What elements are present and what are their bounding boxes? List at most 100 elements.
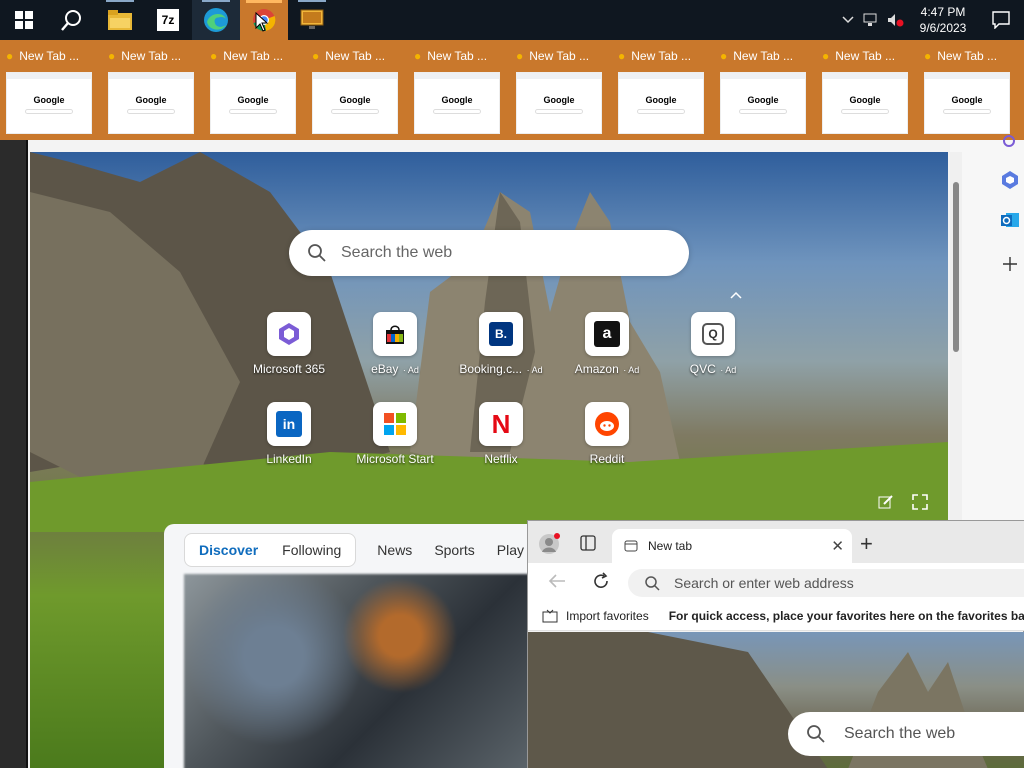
edge-window-foreground: New tab ✕ + Search or enter web address …: [527, 520, 1024, 768]
sidebar-microsoft365-button[interactable]: [998, 168, 1022, 192]
taskbar-chrome[interactable]: [240, 0, 288, 40]
collapse-tiles-button[interactable]: [730, 288, 742, 302]
navigation-toolbar: Search or enter web address: [528, 563, 1024, 601]
taskbar-7zip[interactable]: 7z: [144, 0, 192, 40]
quick-link-linkedin[interactable]: in LinkedIn: [236, 402, 342, 482]
thumbnail-tab-7[interactable]: ● New Tab ... Google: [612, 40, 714, 140]
close-icon: ✕: [831, 538, 844, 555]
tile-label: Microsoft Start: [356, 452, 434, 466]
thumbnail-tab-3[interactable]: ● New Tab ... Google: [204, 40, 306, 140]
ad-badge: · Ad: [620, 365, 640, 375]
taskbar-clock[interactable]: 4:47 PM 9/6/2023: [908, 4, 978, 36]
chrome-icon: ●: [924, 49, 932, 63]
thumbnail-title: New Tab ...: [325, 49, 386, 63]
thumbnail-tab-5[interactable]: ● New Tab ... Google: [408, 40, 510, 140]
thumbnail-tab-9[interactable]: ● New Tab ... Google: [816, 40, 918, 140]
ad-badge: · Ad: [524, 365, 543, 375]
linkedin-icon: in: [267, 402, 311, 446]
thumbnail-title: New Tab ...: [121, 49, 182, 63]
google-logo: Google: [543, 95, 575, 105]
customize-page-button[interactable]: [878, 494, 894, 515]
quick-link-qvc[interactable]: Q QVC · Ad: [660, 312, 766, 392]
taskbar-remote-desktop[interactable]: [288, 0, 336, 40]
sidebar-search-button[interactable]: [998, 130, 1022, 154]
microsoft-start-icon: [373, 402, 417, 446]
tab-following[interactable]: Following: [270, 536, 353, 564]
edit-icon: [878, 495, 893, 509]
back-button[interactable]: [548, 573, 566, 594]
thumbnail-preview: Google: [822, 72, 908, 134]
netflix-icon: N: [479, 402, 523, 446]
google-logo: Google: [135, 95, 167, 105]
thumbnail-tab-2[interactable]: ● New Tab ... Google: [102, 40, 204, 140]
feed-card-image[interactable]: [184, 574, 544, 768]
quick-link-ebay[interactable]: eBay · Ad: [342, 312, 448, 392]
chrome-icon: ●: [720, 49, 728, 63]
thumbnail-preview: Google: [6, 72, 92, 134]
tile-label: eBay: [371, 362, 399, 376]
tile-label: Microsoft 365: [252, 362, 326, 376]
sidebar-outlook-button[interactable]: [998, 208, 1022, 232]
tab-discover[interactable]: Discover: [187, 536, 270, 564]
ntp-search-box[interactable]: Search the web: [289, 230, 689, 276]
ebay-icon: [373, 312, 417, 356]
tray-overflow-button[interactable]: [836, 0, 860, 40]
refresh-icon: [594, 572, 608, 588]
quick-link-microsoft-start[interactable]: Microsoft Start: [342, 402, 448, 482]
taskbar-file-explorer[interactable]: [96, 0, 144, 40]
quick-link-microsoft-365[interactable]: Microsoft 365: [236, 312, 342, 392]
browser-tab-new-tab[interactable]: New tab ✕: [612, 529, 852, 563]
import-favorites-label: Import favorites: [566, 608, 649, 623]
quick-link-amazon[interactable]: a Amazon · Ad: [554, 312, 660, 392]
google-logo: Google: [339, 95, 371, 105]
quick-link-reddit[interactable]: Reddit: [554, 402, 660, 482]
thumbnail-tab-1[interactable]: ● New Tab ... Google: [0, 40, 102, 140]
network-icon: [863, 13, 877, 26]
feed-pill: Discover Following: [184, 533, 357, 567]
scrollbar-thumb[interactable]: [953, 182, 959, 352]
thumbnail-tab-6[interactable]: ● New Tab ... Google: [510, 40, 612, 140]
tile-label: Booking.c...: [459, 362, 523, 376]
title-bar: New tab ✕ +: [528, 521, 1024, 563]
thumbnail-tab-4[interactable]: ● New Tab ... Google: [306, 40, 408, 140]
thumbnail-preview: Google: [924, 72, 1010, 134]
quick-link-netflix[interactable]: N Netflix: [448, 402, 554, 482]
tab-actions-button[interactable]: [580, 535, 596, 556]
refresh-button[interactable]: [592, 572, 610, 595]
thumbnail-tab-10[interactable]: ● New Tab ... Google: [918, 40, 1020, 140]
7zip-icon: 7z: [157, 9, 179, 31]
search-placeholder: Search the web: [844, 725, 956, 742]
tab-news[interactable]: News: [366, 542, 423, 558]
action-center-button[interactable]: [978, 0, 1024, 40]
fullscreen-button[interactable]: [912, 494, 928, 515]
volume-button[interactable]: [884, 0, 908, 40]
network-button[interactable]: [860, 0, 884, 40]
import-favorites-button[interactable]: Import favorites: [542, 609, 649, 623]
taskbar-edge[interactable]: [192, 0, 240, 40]
close-tab-button[interactable]: ✕: [831, 537, 844, 555]
tile-label: Reddit: [589, 452, 625, 466]
search-icon: [61, 10, 81, 31]
quick-link-booking[interactable]: B. Booking.c... · Ad: [448, 312, 554, 392]
thumbnail-title: New Tab ...: [631, 49, 692, 63]
tab-sports[interactable]: Sports: [423, 542, 485, 558]
sidebar-add-button[interactable]: [998, 252, 1022, 276]
new-tab-button[interactable]: +: [860, 531, 873, 557]
thumbnail-tab-8[interactable]: ● New Tab ... Google: [714, 40, 816, 140]
chrome-icon: ●: [108, 49, 116, 63]
favorites-bar-hint: For quick access, place your favorites h…: [668, 608, 1024, 623]
address-bar[interactable]: Search or enter web address: [628, 569, 1024, 597]
ntp-search-box-small[interactable]: Search the web: [788, 712, 1024, 756]
thumbnail-title: New Tab ...: [19, 49, 80, 63]
taskbar-search-button[interactable]: [48, 0, 96, 40]
tab-actions-icon: [580, 535, 596, 551]
profile-button[interactable]: [538, 533, 560, 560]
back-arrow-icon: [548, 574, 565, 588]
ad-badge: · Ad: [400, 365, 419, 375]
new-tab-page-small: Search the web: [528, 632, 1024, 768]
new-tab-page-icon: [624, 540, 638, 552]
google-logo: Google: [441, 95, 473, 105]
chevron-up-icon: [730, 291, 742, 299]
start-button[interactable]: [0, 0, 48, 40]
tile-label: Amazon: [574, 362, 619, 376]
